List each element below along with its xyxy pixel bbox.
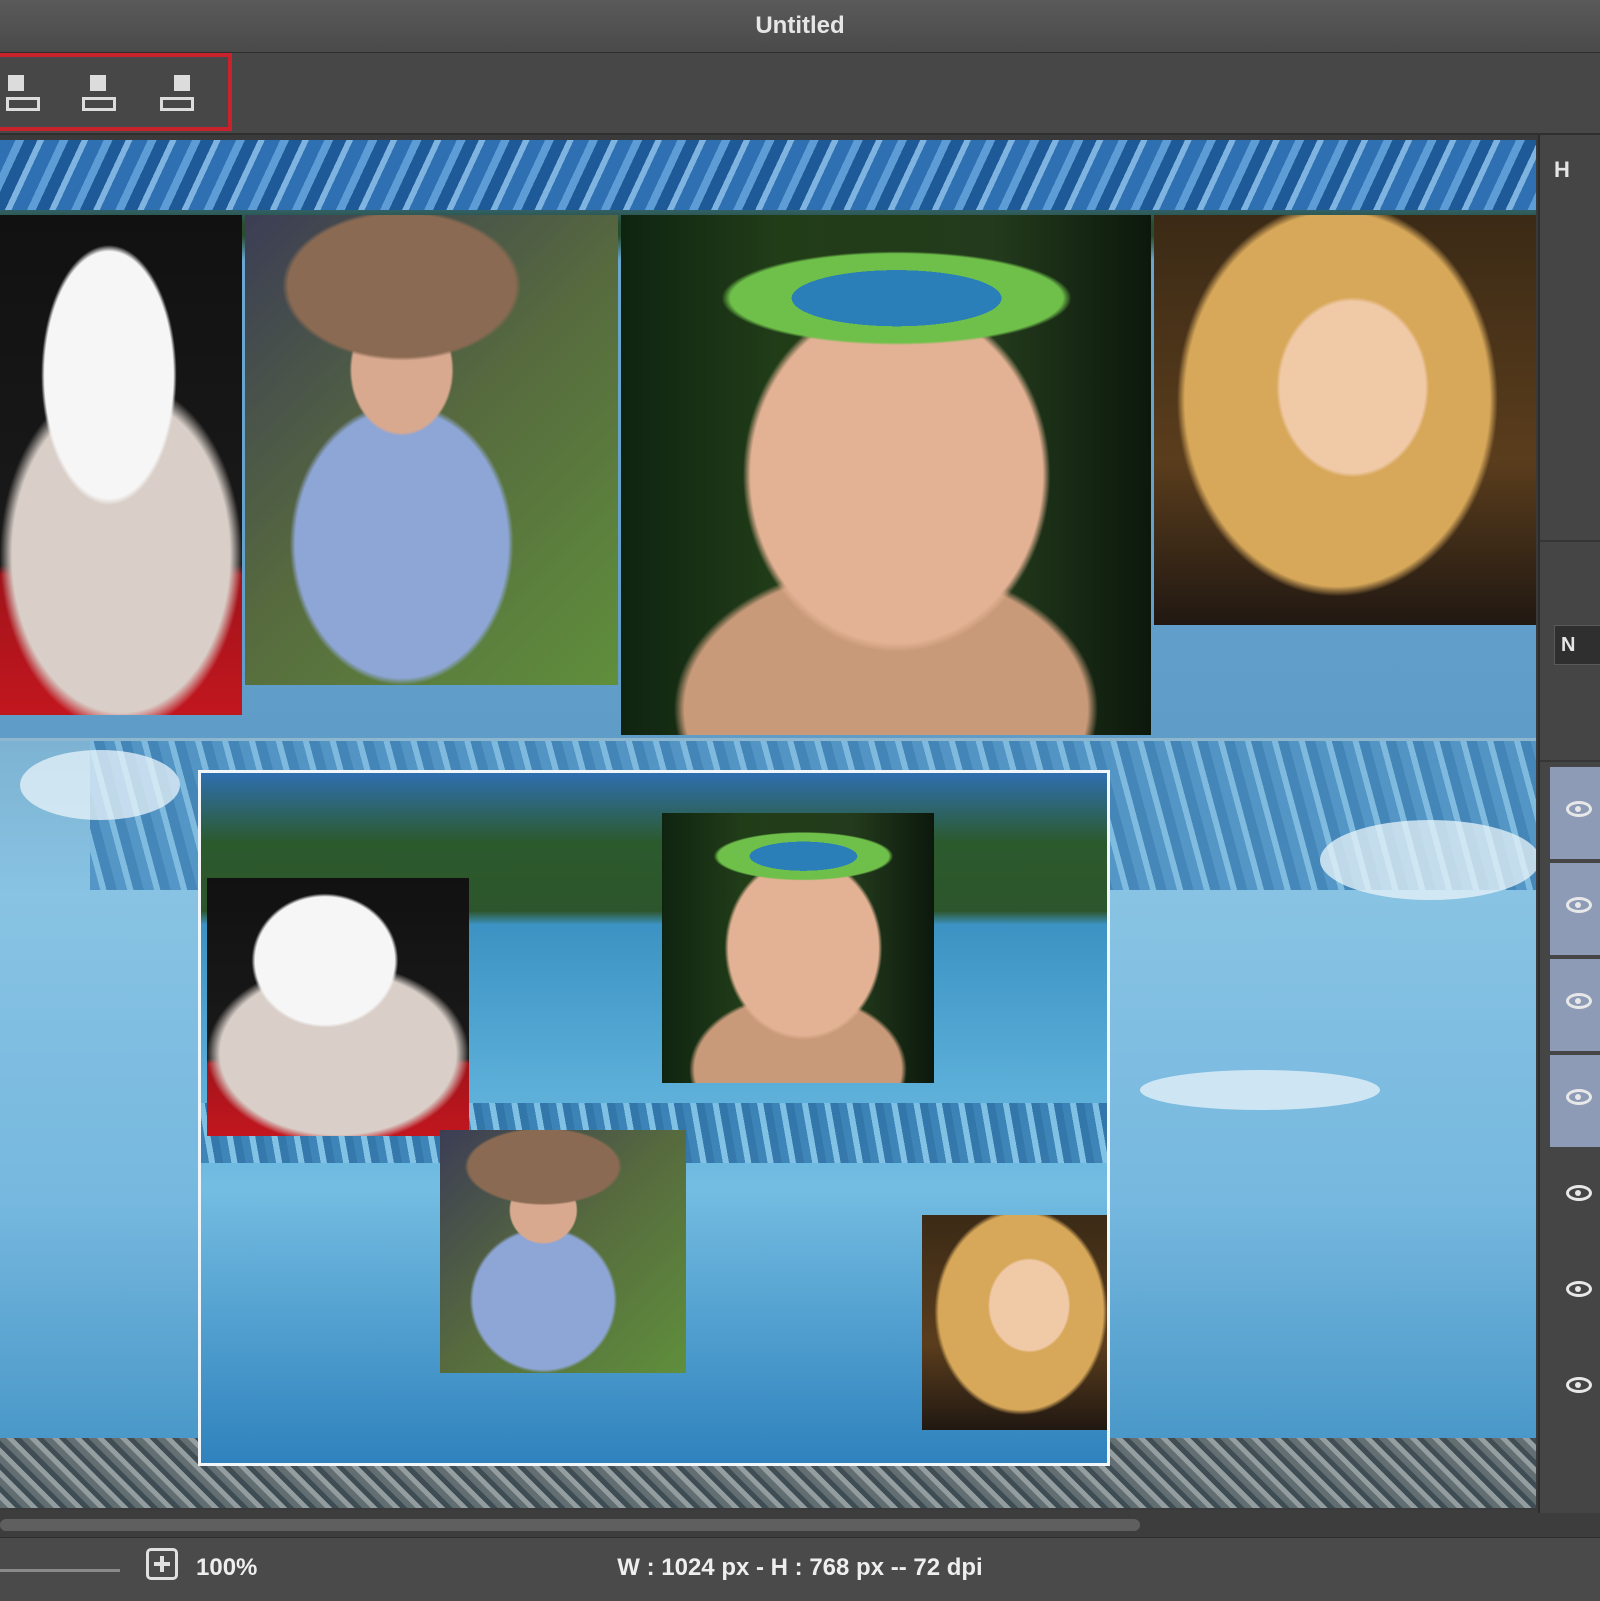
- align-tools-group: [0, 53, 232, 131]
- photo-woman-hat-small[interactable]: [440, 1130, 686, 1373]
- layer-row[interactable]: [1550, 1343, 1600, 1435]
- panel-separator: [1540, 540, 1600, 542]
- align-right-icon: [174, 75, 190, 91]
- photo-woman-headband-small[interactable]: [662, 813, 934, 1083]
- title-bar: Untitled: [0, 0, 1600, 53]
- toolbar: [0, 53, 1600, 135]
- horizontal-scrollbar-track: [0, 1513, 1538, 1537]
- page-divider: [0, 738, 1536, 741]
- layer-row[interactable]: [1550, 767, 1600, 859]
- status-bar: 100% W : 1024 px - H : 768 px -- 72 dpi: [0, 1537, 1600, 1601]
- photo-woman-headband[interactable]: [621, 215, 1151, 735]
- panel-header: H: [1554, 157, 1570, 182]
- eye-icon[interactable]: [1566, 993, 1592, 1009]
- align-left-icon: [8, 75, 24, 91]
- align-right-button[interactable]: [156, 75, 202, 121]
- layer-row[interactable]: [1550, 1247, 1600, 1339]
- panel-separator: [1540, 760, 1600, 762]
- photo-blonde-woman[interactable]: [1154, 215, 1536, 625]
- photo-blonde-woman-small[interactable]: [922, 1215, 1107, 1430]
- cloud: [20, 750, 180, 820]
- cloud: [1320, 820, 1536, 900]
- eye-icon[interactable]: [1566, 1377, 1592, 1393]
- layer-row[interactable]: [1550, 1055, 1600, 1147]
- eye-icon[interactable]: [1566, 1281, 1592, 1297]
- align-center-button[interactable]: [78, 75, 124, 121]
- layer-row[interactable]: [1550, 1151, 1600, 1243]
- align-left-button[interactable]: [2, 75, 48, 121]
- photo-woman-hat[interactable]: [245, 215, 618, 685]
- mountain-strip: [0, 140, 1536, 210]
- layer-row[interactable]: [1550, 959, 1600, 1051]
- eye-icon[interactable]: [1566, 897, 1592, 913]
- photo-puppy-shoe-small[interactable]: [207, 878, 469, 1136]
- document-dimensions: W : 1024 px - H : 768 px -- 72 dpi: [617, 1554, 983, 1581]
- window-title: Untitled: [755, 12, 845, 39]
- align-center-icon: [90, 75, 106, 91]
- layer-row[interactable]: [1550, 863, 1600, 955]
- selected-collage-layer[interactable]: [198, 770, 1110, 1466]
- cloud: [1140, 1070, 1380, 1110]
- eye-icon[interactable]: [1566, 1089, 1592, 1105]
- blend-mode-select[interactable]: N: [1554, 625, 1600, 665]
- eye-icon[interactable]: [1566, 801, 1592, 817]
- collage-page[interactable]: [0, 140, 1536, 1508]
- eye-icon[interactable]: [1566, 1185, 1592, 1201]
- document-canvas[interactable]: [0, 135, 1538, 1510]
- horizontal-scrollbar[interactable]: [0, 1519, 1140, 1531]
- layers-panel: H N: [1538, 135, 1600, 1513]
- photo-puppy-shoe[interactable]: [0, 215, 242, 715]
